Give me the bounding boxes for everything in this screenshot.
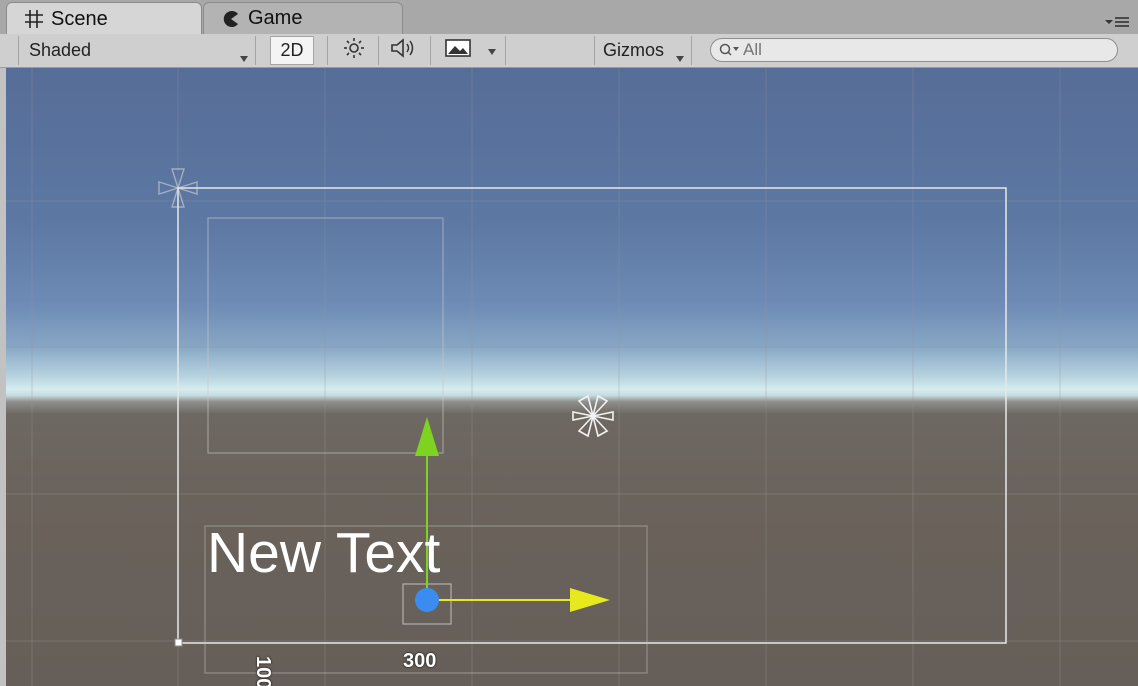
grid-icon (23, 8, 45, 30)
mode-2d-label: 2D (280, 40, 304, 60)
sun-icon (343, 37, 365, 64)
audio-toggle[interactable] (380, 36, 428, 65)
toolbar-divider (327, 36, 328, 65)
anchor-icon (572, 394, 614, 438)
width-ruler-label: 300 (403, 650, 437, 672)
effects-dropdown[interactable] (481, 36, 503, 65)
lighting-toggle[interactable] (332, 36, 376, 65)
pacman-icon (220, 8, 242, 30)
draw-mode-dropdown[interactable]: Shaded (18, 36, 256, 65)
mode-2d-toggle[interactable]: 2D (270, 36, 314, 65)
search-input[interactable] (743, 40, 1103, 60)
tab-game-label: Game (248, 7, 303, 29)
toolbar-divider (505, 36, 506, 65)
scene-toolbar: Shaded 2D Gizmos (0, 34, 1138, 68)
tab-scene[interactable]: Scene (6, 2, 202, 35)
tab-bar: Scene Game (0, 0, 1138, 35)
hierarchy-search[interactable] (710, 38, 1118, 62)
toolbar-divider (378, 36, 379, 65)
tab-game[interactable]: Game (203, 2, 403, 34)
move-x-arrow[interactable] (427, 588, 610, 612)
effects-toggle[interactable] (436, 36, 480, 65)
scene-grid (6, 68, 1138, 686)
chevron-down-icon (487, 40, 497, 61)
image-icon (445, 39, 471, 62)
chevron-down-icon (675, 47, 685, 68)
scene-viewport[interactable]: New Text 300 100 (6, 68, 1138, 686)
search-icon (719, 43, 741, 57)
chevron-down-icon (239, 47, 249, 68)
height-ruler-label: 100 (252, 656, 274, 686)
gizmos-dropdown[interactable]: Gizmos (594, 36, 692, 65)
gizmos-label: Gizmos (603, 40, 665, 60)
panel-menu-icon[interactable] (1104, 14, 1130, 30)
text-object[interactable]: New Text (207, 525, 440, 582)
toolbar-divider (430, 36, 431, 65)
speaker-icon (390, 37, 418, 64)
tab-scene-label: Scene (51, 7, 108, 30)
draw-mode-label: Shaded (29, 40, 92, 60)
pivot-handle[interactable] (415, 588, 439, 612)
